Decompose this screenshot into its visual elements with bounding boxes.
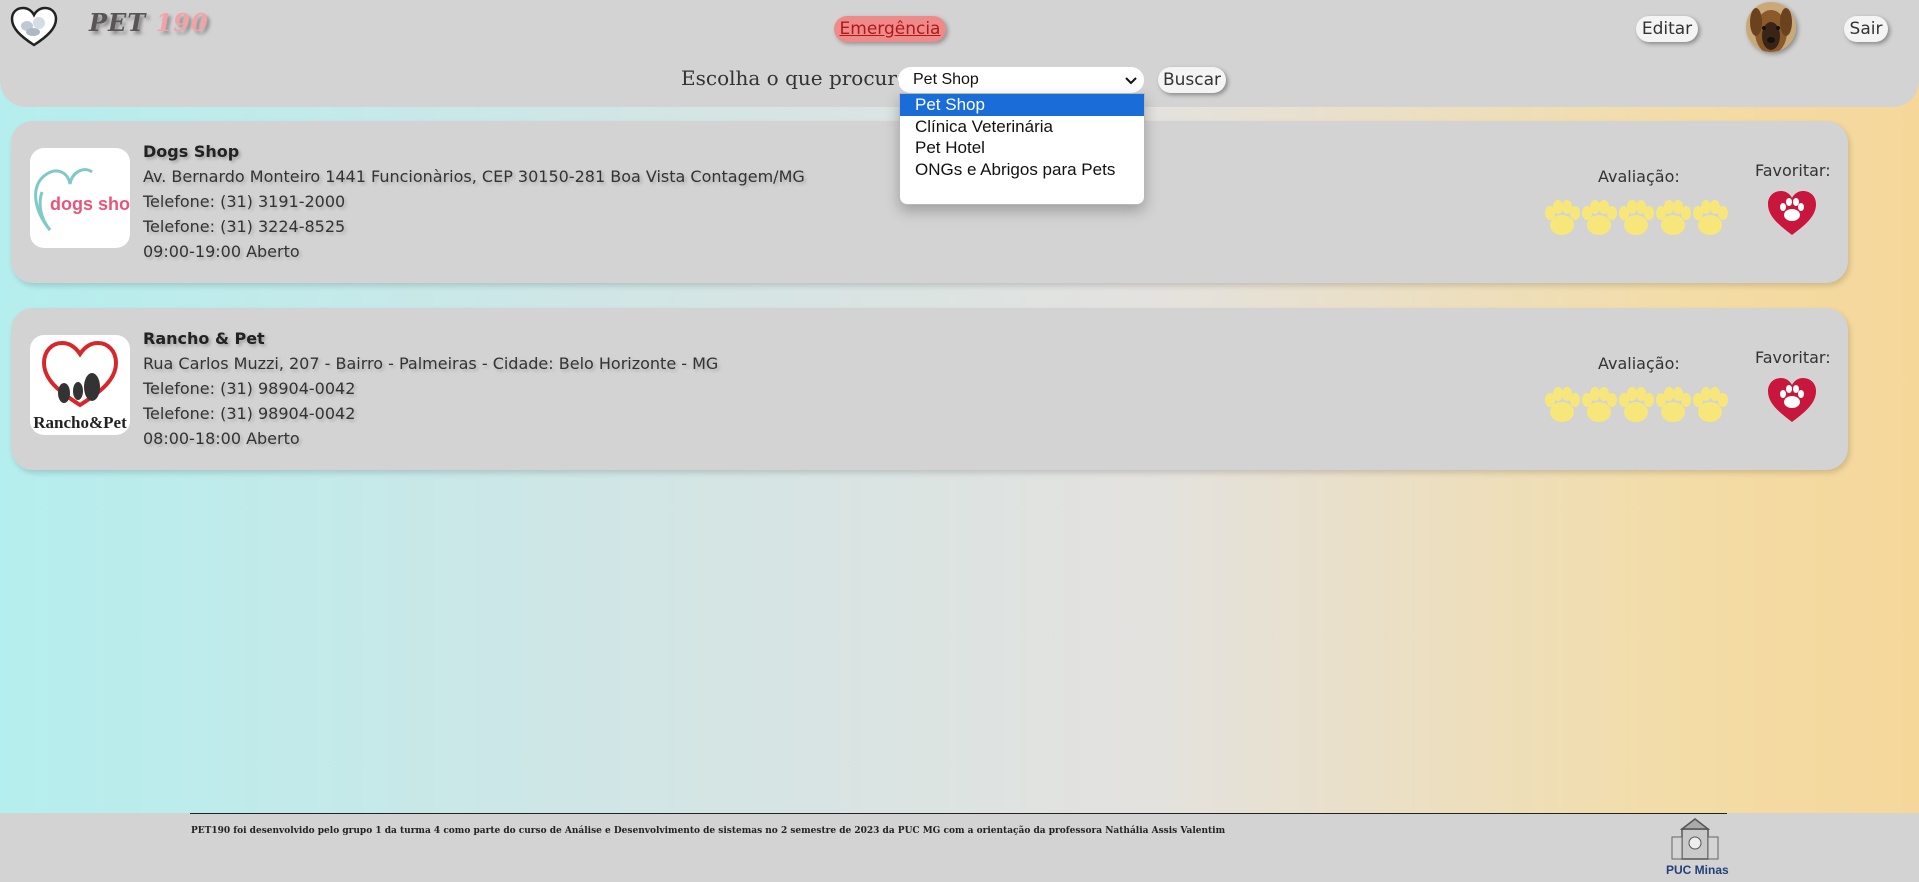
footer-divider xyxy=(190,813,1727,814)
dog-avatar-icon xyxy=(1746,2,1796,52)
logo-icon[interactable] xyxy=(10,6,58,48)
store-address: Rua Carlos Muzzi, 207 - Bairro - Palmeir… xyxy=(143,354,719,373)
brand-name[interactable]: PET 190 xyxy=(89,8,209,37)
paw-icon[interactable] xyxy=(1653,199,1693,239)
paw-icon[interactable] xyxy=(1690,199,1730,239)
brand-part1: PET xyxy=(89,8,147,37)
rancho-pet-logo-icon: Rancho&Pet xyxy=(33,340,127,432)
category-select-value: Pet Shop xyxy=(913,71,979,88)
puc-minas-label: PUC Minas xyxy=(1666,863,1729,877)
dropdown-option[interactable]: Pet Hotel xyxy=(900,137,1144,159)
dropdown-option[interactable]: Pet Shop xyxy=(900,94,1144,116)
top-header: PET 190 Emergência Editar Sair Escolha o… xyxy=(0,0,1919,107)
dogs-shop-logo-icon: dogs shop xyxy=(34,168,130,231)
rating-label: Avaliação: xyxy=(1598,354,1680,373)
paw-icon[interactable] xyxy=(1579,386,1619,426)
footer-credit: PET190 foi desenvolvido pelo grupo 1 da … xyxy=(191,826,1226,836)
result-card[interactable]: Rancho&Pet Rancho & Pet Rua Carlos Muzzi… xyxy=(11,308,1848,470)
logo-text: Rancho&Pet xyxy=(33,413,127,432)
emergency-link[interactable]: Emergência xyxy=(834,16,946,42)
category-select[interactable]: Pet Shop xyxy=(898,67,1144,93)
search-button[interactable]: Buscar xyxy=(1158,67,1226,93)
heart-paw-icon[interactable] xyxy=(1766,189,1818,237)
brand-part2: 190 xyxy=(155,8,209,37)
heart-paw-icon[interactable] xyxy=(1766,376,1818,424)
avatar[interactable] xyxy=(1746,2,1796,52)
paw-icon[interactable] xyxy=(1542,199,1582,239)
store-logo: Rancho&Pet xyxy=(30,335,130,435)
edit-button[interactable]: Editar xyxy=(1636,16,1698,42)
footer: PET190 foi desenvolvido pelo grupo 1 da … xyxy=(0,813,1919,882)
dropdown-option[interactable]: ONGs e Abrigos para Pets xyxy=(900,159,1144,181)
paw-icon[interactable] xyxy=(1690,386,1730,426)
favorite-label: Favoritar: xyxy=(1755,161,1831,180)
category-dropdown-list: Pet Shop Clínica Veterinária Pet Hotel O… xyxy=(899,93,1145,205)
logout-button[interactable]: Sair xyxy=(1844,16,1888,42)
dropdown-option[interactable]: Clínica Veterinária xyxy=(900,116,1144,138)
store-address: Av. Bernardo Monteiro 1441 Funcionàrios,… xyxy=(143,167,805,186)
store-phone-2: Telefone: (31) 98904-0042 xyxy=(143,404,356,423)
rating-stars[interactable] xyxy=(1542,199,1730,239)
store-logo: dogs shop xyxy=(30,148,130,248)
favorite-label: Favoritar: xyxy=(1755,348,1831,367)
paw-icon[interactable] xyxy=(1542,386,1582,426)
paw-icon[interactable] xyxy=(1653,386,1693,426)
rating-stars[interactable] xyxy=(1542,386,1730,426)
paw-icon[interactable] xyxy=(1616,199,1656,239)
search-label: Escolha o que procura: xyxy=(681,66,916,90)
paw-icon[interactable] xyxy=(1616,386,1656,426)
paw-icon[interactable] xyxy=(1579,199,1619,239)
store-phone-1: Telefone: (31) 98904-0042 xyxy=(143,379,356,398)
store-phone-2: Telefone: (31) 3224-8525 xyxy=(143,217,346,236)
store-name: Rancho & Pet xyxy=(143,329,265,348)
store-hours: 09:00-19:00 Aberto xyxy=(143,242,300,261)
store-hours: 08:00-18:00 Aberto xyxy=(143,429,300,448)
chevron-down-icon xyxy=(1125,77,1137,85)
logo-text: dogs shop xyxy=(50,194,130,214)
store-phone-1: Telefone: (31) 3191-2000 xyxy=(143,192,346,211)
rating-label: Avaliação: xyxy=(1598,167,1680,186)
store-name: Dogs Shop xyxy=(143,142,240,161)
